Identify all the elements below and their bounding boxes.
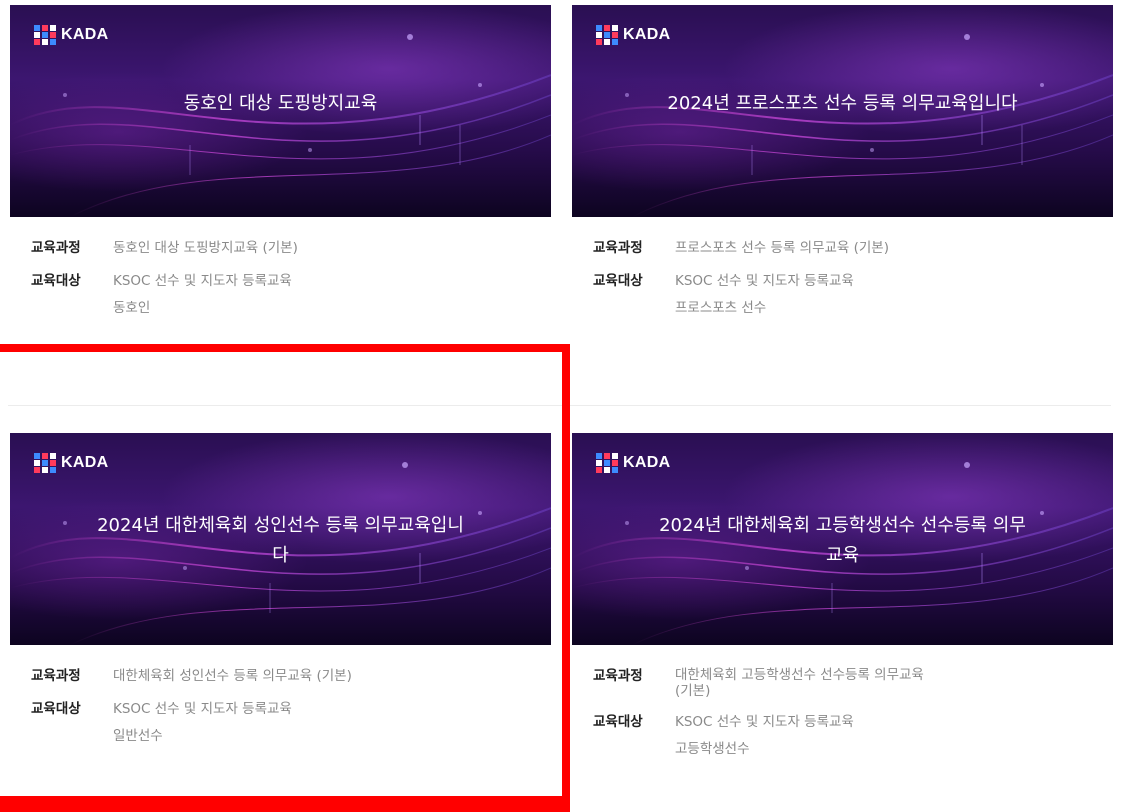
course-thumbnail[interactable]: KADA 2024년 대한체육회 고등학생선수 선수등록 의무 교육 (572, 433, 1113, 645)
target-row: 교육대상 KSOC 선수 및 지도자 등록교육 프로스포츠 선수 (593, 272, 1113, 318)
target-value-line: KSOC 선수 및 지도자 등록교육 (675, 273, 854, 289)
thumbnail-title: 동호인 대상 도핑방지교육 (40, 77, 521, 177)
kada-logo: KADA (596, 25, 670, 45)
course-value: 프로스포츠 선수 등록 의무교육 (기본) (675, 239, 889, 258)
course-value-line: 대한체육회 고등학생선수 선수등록 의무교육 (675, 667, 924, 683)
target-label: 교육대상 (593, 714, 643, 730)
course-info: 교육과정 프로스포츠 선수 등록 의무교육 (기본) 교육대상 KSOC 선수 … (572, 239, 1113, 318)
thumbnail-title-text: 2024년 프로스포츠 선수 등록 의무교육입니다 (667, 93, 1018, 114)
target-label: 교육대상 (31, 273, 81, 289)
target-value-line: 고등학생선수 (675, 741, 750, 757)
target-label: 교육대상 (593, 273, 643, 289)
thumbnail-title-line: 교육 (825, 545, 860, 566)
kada-logo-icon (596, 453, 618, 473)
logo-text: KADA (623, 26, 671, 43)
logo-text: KADA (623, 454, 671, 471)
kada-logo: KADA (34, 25, 108, 45)
course-row: 교육과정 동호인 대상 도핑방지교육 (기본) (31, 239, 551, 258)
course-value-line: 프로스포츠 선수 등록 의무교육 (기본) (675, 240, 889, 256)
thumbnail-title: 2024년 대한체육회 고등학생선수 선수등록 의무 교육 (602, 501, 1083, 605)
target-value: KSOC 선수 및 지도자 등록교육 동호인 (113, 272, 292, 318)
course-info: 교육과정 동호인 대상 도핑방지교육 (기본) 교육대상 KSOC 선수 및 지… (10, 239, 551, 318)
course-value-line: (기본) (675, 683, 711, 699)
target-row: 교육대상 KSOC 선수 및 지도자 등록교육 고등학생선수 (593, 713, 1113, 759)
logo-text: KADA (61, 26, 109, 43)
course-row: 교육과정 프로스포츠 선수 등록 의무교육 (기본) (593, 239, 1113, 258)
course-label: 교육과정 (593, 240, 643, 256)
course-row: 교육과정 대한체육회 고등학생선수 선수등록 의무교육 (기본) (593, 667, 1113, 699)
course-value: 동호인 대상 도핑방지교육 (기본) (113, 239, 298, 258)
target-value-line: KSOC 선수 및 지도자 등록교육 (675, 714, 854, 730)
target-value: KSOC 선수 및 지도자 등록교육 고등학생선수 (675, 713, 854, 759)
thumbnail-title: 2024년 프로스포츠 선수 등록 의무교육입니다 (602, 77, 1083, 177)
thumbnail-title-line: 2024년 대한체육회 고등학생선수 선수등록 의무 (659, 515, 1026, 536)
course-thumbnail[interactable]: KADA 2024년 프로스포츠 선수 등록 의무교육입니다 (572, 5, 1113, 217)
course-value-line: 동호인 대상 도핑방지교육 (기본) (113, 240, 298, 256)
course-card[interactable]: KADA 동호인 대상 도핑방지교육 교육과정 동호인 대상 도핑방지교육 (기… (10, 5, 551, 332)
highlight-box (0, 344, 570, 812)
kada-logo: KADA (596, 453, 670, 473)
course-label: 교육과정 (31, 240, 81, 256)
target-value-line: KSOC 선수 및 지도자 등록교육 (113, 273, 292, 289)
highlight-box-bottom (0, 796, 570, 807)
course-card[interactable]: KADA 2024년 대한체육회 고등학생선수 선수등록 의무 교육 교육과정 … (572, 433, 1113, 773)
thumbnail-title-text: 동호인 대상 도핑방지교육 (183, 93, 378, 114)
thumbnail-title-text: 2024년 대한체육회 고등학생선수 선수등록 의무 교육 (659, 511, 1026, 571)
target-row: 교육대상 KSOC 선수 및 지도자 등록교육 동호인 (31, 272, 551, 318)
course-card[interactable]: KADA 2024년 프로스포츠 선수 등록 의무교육입니다 교육과정 프로스포… (572, 5, 1113, 332)
target-value-line: 동호인 (113, 300, 151, 316)
course-value: 대한체육회 고등학생선수 선수등록 의무교육 (기본) (675, 667, 924, 699)
target-value: KSOC 선수 및 지도자 등록교육 프로스포츠 선수 (675, 272, 854, 318)
course-thumbnail[interactable]: KADA 동호인 대상 도핑방지교육 (10, 5, 551, 217)
kada-logo-icon (34, 25, 56, 45)
target-value-line: 프로스포츠 선수 (675, 300, 767, 316)
course-label: 교육과정 (593, 668, 643, 684)
kada-logo-icon (596, 25, 618, 45)
course-info: 교육과정 대한체육회 고등학생선수 선수등록 의무교육 (기본) 교육대상 KS… (572, 667, 1113, 759)
